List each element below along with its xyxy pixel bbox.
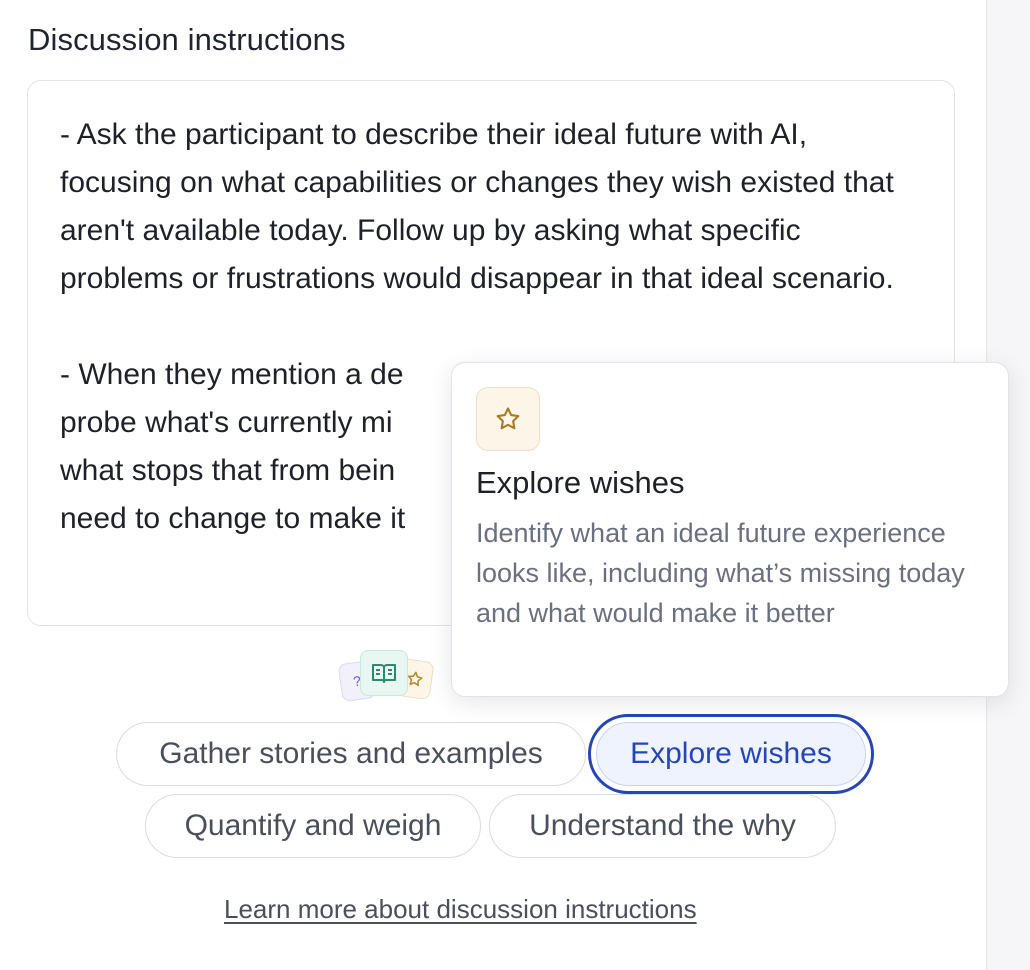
learn-more-link[interactable]: Learn more about discussion instructions <box>224 894 697 925</box>
chip-understand-why[interactable]: Understand the why <box>489 794 836 858</box>
tooltip-description: Identify what an ideal future experience… <box>476 518 965 628</box>
instruction-type-icons: ? <box>337 648 438 703</box>
chip-gather-stories[interactable]: Gather stories and examples <box>116 722 586 786</box>
chip-tooltip: Explore wishes Identify what an ideal fu… <box>451 362 1009 697</box>
section-title: Discussion instructions <box>28 22 346 57</box>
tooltip-title: Explore wishes <box>476 465 685 500</box>
chip-explore-wishes-label: Explore wishes <box>596 722 866 786</box>
chip-quantify-weigh[interactable]: Quantify and weigh <box>145 794 481 858</box>
book-icon <box>360 650 408 696</box>
star-icon <box>476 387 540 451</box>
chip-explore-wishes[interactable]: Explore wishes <box>588 714 874 794</box>
